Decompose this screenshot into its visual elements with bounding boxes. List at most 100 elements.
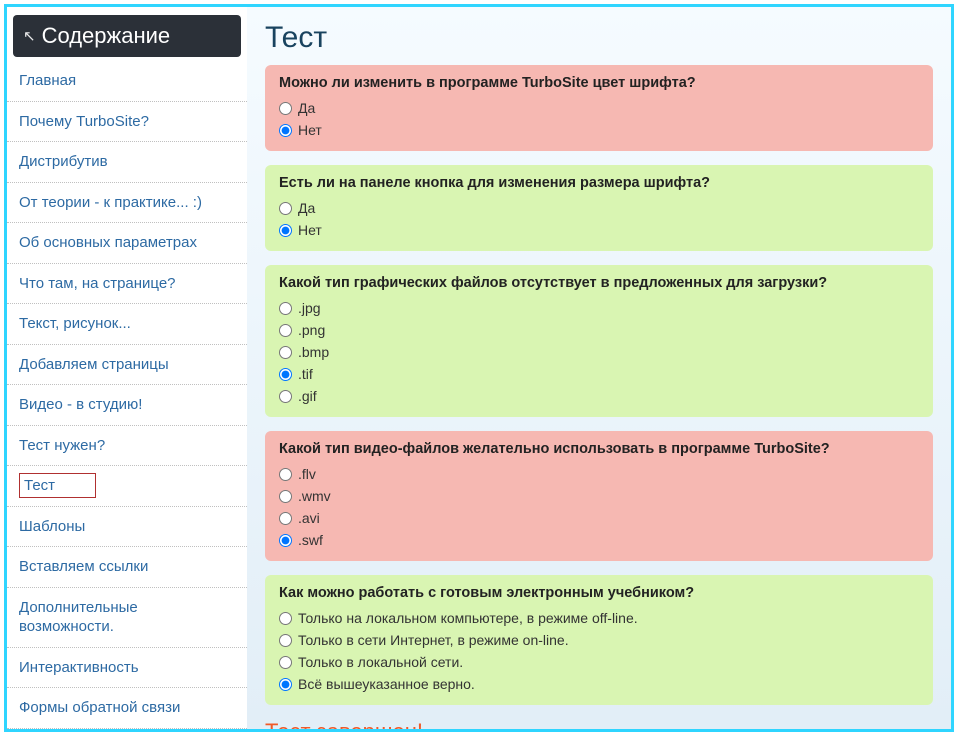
sidebar-item-label: Шаблоны <box>19 518 85 535</box>
sidebar-item-label: Вставляем ссылки <box>19 558 148 575</box>
option-label: Да <box>298 197 315 219</box>
option-label: .flv <box>298 463 316 485</box>
question-card: Есть ли на панеле кнопка для изменения р… <box>265 165 933 251</box>
sidebar-item-label: Тест <box>19 473 96 498</box>
summary-block: Тест завершен! Всего вопросов: 5 Правиль… <box>265 719 933 729</box>
option-radio[interactable] <box>279 656 292 669</box>
option-radio[interactable] <box>279 224 292 237</box>
quiz-container: Можно ли изменить в программе TurboSite … <box>265 65 933 705</box>
question-card: Можно ли изменить в программе TurboSite … <box>265 65 933 151</box>
sidebar-item-label: Тест нужен? <box>19 437 105 454</box>
option-label: Да <box>298 97 315 119</box>
option-row[interactable]: Только в локальной сети. <box>279 651 919 673</box>
option-radio[interactable] <box>279 468 292 481</box>
summary-complete: Тест завершен! <box>265 719 933 729</box>
option-row[interactable]: .gif <box>279 385 919 407</box>
option-row[interactable]: .png <box>279 319 919 341</box>
option-row[interactable]: Да <box>279 97 919 119</box>
option-label: .avi <box>298 507 320 529</box>
option-label: .jpg <box>298 297 321 319</box>
option-label: Всё вышеуказанное верно. <box>298 673 475 695</box>
option-label: Только на локальном компьютере, в режиме… <box>298 607 638 629</box>
option-row[interactable]: .bmp <box>279 341 919 363</box>
sidebar-item[interactable]: Дополнительные возможности. <box>7 588 247 648</box>
option-row[interactable]: Нет <box>279 219 919 241</box>
option-radio[interactable] <box>279 368 292 381</box>
sidebar-item-label: Что там, на странице? <box>19 275 176 292</box>
option-row[interactable]: Только в сети Интернет, в режиме on-line… <box>279 629 919 651</box>
sidebar-item[interactable]: Тест нужен? <box>7 426 247 467</box>
option-label: .wmv <box>298 485 331 507</box>
sidebar: ↖ Содержание Главная Почему TurboSite? Дис… <box>7 7 247 729</box>
sidebar-title: Содержание <box>42 23 171 49</box>
option-label: .png <box>298 319 325 341</box>
sidebar-item-label: Дополнительные возможности. <box>19 599 138 636</box>
page-title: Тест <box>265 21 933 55</box>
sidebar-item[interactable]: Тест <box>7 466 247 507</box>
option-label: .gif <box>298 385 317 407</box>
sidebar-item[interactable]: Об основных параметрах <box>7 223 247 264</box>
sidebar-item-label: Формы обратной связи <box>19 699 180 716</box>
option-label: .tif <box>298 363 313 385</box>
question-text: Какой тип графических файлов отсутствует… <box>279 275 919 291</box>
sidebar-item-label: Дистрибутив <box>19 153 108 170</box>
option-radio[interactable] <box>279 346 292 359</box>
option-radio[interactable] <box>279 124 292 137</box>
option-label: Нет <box>298 119 322 141</box>
sidebar-item[interactable]: Что там, на странице? <box>7 264 247 305</box>
option-row[interactable]: Всё вышеуказанное верно. <box>279 673 919 695</box>
sidebar-item-label: Почему TurboSite? <box>19 113 149 130</box>
option-radio[interactable] <box>279 512 292 525</box>
sidebar-item-label: Текст, рисунок... <box>19 315 131 332</box>
sidebar-item[interactable]: Добавляем страницы <box>7 345 247 386</box>
option-row[interactable]: .swf <box>279 529 919 551</box>
option-row[interactable]: .flv <box>279 463 919 485</box>
cursor-icon: ↖ <box>23 27 36 45</box>
sidebar-item[interactable]: Шаблоны <box>7 507 247 548</box>
main-content: Тест Можно ли изменить в программе Turbo… <box>247 7 951 729</box>
question-card: Как можно работать с готовым электронным… <box>265 575 933 705</box>
sidebar-item-label: Об основных параметрах <box>19 234 197 251</box>
sidebar-item[interactable]: От теории - к практике... :) <box>7 183 247 224</box>
sidebar-item[interactable]: Виджеты <box>7 729 247 730</box>
option-radio[interactable] <box>279 102 292 115</box>
option-row[interactable]: .avi <box>279 507 919 529</box>
option-radio[interactable] <box>279 302 292 315</box>
option-radio[interactable] <box>279 634 292 647</box>
sidebar-item[interactable]: Текст, рисунок... <box>7 304 247 345</box>
sidebar-item-label: Главная <box>19 72 76 89</box>
option-label: .bmp <box>298 341 329 363</box>
option-row[interactable]: .wmv <box>279 485 919 507</box>
option-label: Нет <box>298 219 322 241</box>
question-text: Есть ли на панеле кнопка для изменения р… <box>279 175 919 191</box>
option-radio[interactable] <box>279 678 292 691</box>
sidebar-item-label: Добавляем страницы <box>19 356 169 373</box>
question-text: Можно ли изменить в программе TurboSite … <box>279 75 919 91</box>
option-radio[interactable] <box>279 534 292 547</box>
option-row[interactable]: Нет <box>279 119 919 141</box>
sidebar-item[interactable]: Почему TurboSite? <box>7 102 247 143</box>
sidebar-item[interactable]: Дистрибутив <box>7 142 247 183</box>
option-row[interactable]: Да <box>279 197 919 219</box>
question-card: Какой тип видео-файлов желательно исполь… <box>265 431 933 561</box>
sidebar-item[interactable]: Вставляем ссылки <box>7 547 247 588</box>
sidebar-item[interactable]: Формы обратной связи <box>7 688 247 729</box>
option-row[interactable]: Только на локальном компьютере, в режиме… <box>279 607 919 629</box>
sidebar-item-label: Интерактивность <box>19 659 139 676</box>
sidebar-item[interactable]: Главная <box>7 61 247 102</box>
sidebar-item[interactable]: Интерактивность <box>7 648 247 689</box>
option-label: Только в локальной сети. <box>298 651 463 673</box>
option-radio[interactable] <box>279 390 292 403</box>
question-text: Какой тип видео-файлов желательно исполь… <box>279 441 919 457</box>
sidebar-item-label: Видео - в студию! <box>19 396 142 413</box>
option-radio[interactable] <box>279 490 292 503</box>
option-label: Только в сети Интернет, в режиме on-line… <box>298 629 569 651</box>
sidebar-header: ↖ Содержание <box>13 15 241 57</box>
question-text: Как можно работать с готовым электронным… <box>279 585 919 601</box>
option-row[interactable]: .tif <box>279 363 919 385</box>
option-row[interactable]: .jpg <box>279 297 919 319</box>
option-radio[interactable] <box>279 612 292 625</box>
option-radio[interactable] <box>279 202 292 215</box>
option-radio[interactable] <box>279 324 292 337</box>
sidebar-item[interactable]: Видео - в студию! <box>7 385 247 426</box>
